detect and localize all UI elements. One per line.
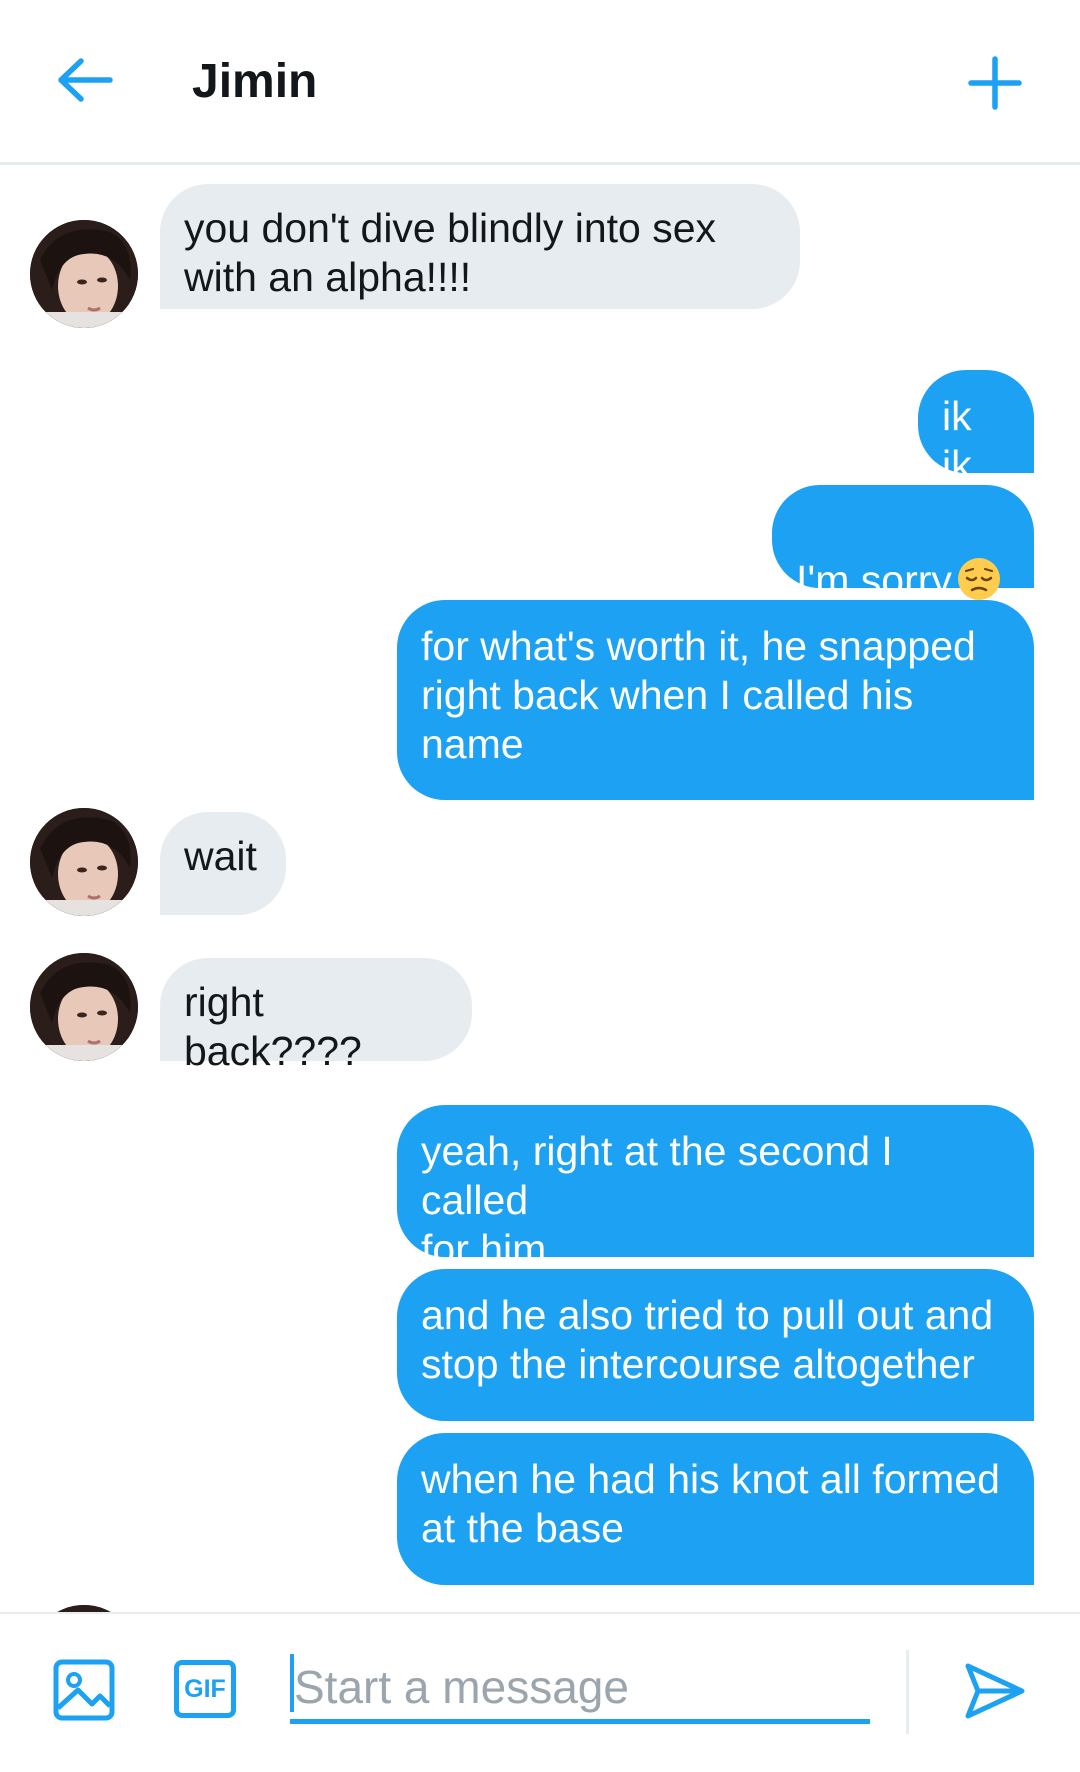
incoming-message-bubble[interactable]: you don't dive blindly into sex with an … xyxy=(160,184,800,309)
avatar[interactable] xyxy=(30,220,138,328)
avatar[interactable] xyxy=(30,1605,138,1612)
outgoing-message-bubble[interactable]: and he also tried to pull out and stop t… xyxy=(397,1269,1034,1421)
new-message-button[interactable] xyxy=(955,45,1035,120)
outgoing-message-bubble[interactable]: for what's worth it, he snapped right ba… xyxy=(397,600,1034,800)
avatar[interactable] xyxy=(30,953,138,1061)
plus-icon xyxy=(968,55,1022,110)
message-input[interactable] xyxy=(290,1654,870,1724)
avatar-photo xyxy=(30,953,138,1061)
arrow-left-icon xyxy=(58,58,113,102)
page-title: Jimin xyxy=(192,55,318,108)
message-composer: GIF xyxy=(0,1612,1080,1772)
gif-label: GIF xyxy=(184,1674,226,1703)
outgoing-message-bubble[interactable]: when he had his knot all formed at the b… xyxy=(397,1433,1034,1585)
text-caret xyxy=(290,1654,294,1712)
conversation-header: Jimin xyxy=(0,0,1080,165)
avatar-photo xyxy=(30,220,138,328)
message-text: I'm sorry xyxy=(796,557,952,603)
send-icon xyxy=(965,1663,1025,1719)
incoming-message-bubble[interactable]: wait xyxy=(160,812,286,915)
add-gif-button[interactable]: GIF xyxy=(174,1660,236,1718)
composer-divider xyxy=(906,1650,909,1734)
avatar-photo xyxy=(30,1605,138,1612)
dm-conversation-screen: Jimin you don't dive blindly into sex wi… xyxy=(0,0,1080,1772)
outgoing-message-bubble[interactable]: I'm sorry xyxy=(772,485,1034,603)
message-list: you don't dive blindly into sex with an … xyxy=(0,165,1080,1612)
pensive-face-icon xyxy=(957,558,1000,600)
back-button[interactable] xyxy=(50,45,120,115)
outgoing-message-bubble[interactable]: ik ik xyxy=(918,370,1034,488)
avatar-photo xyxy=(30,808,138,916)
avatar[interactable] xyxy=(30,808,138,916)
send-button[interactable] xyxy=(960,1656,1030,1726)
image-icon xyxy=(53,1659,115,1721)
outgoing-message-bubble[interactable]: yeah, right at the second I called for h… xyxy=(397,1105,1034,1272)
add-image-button[interactable] xyxy=(52,1658,116,1722)
incoming-message-bubble[interactable]: right back???? xyxy=(160,958,472,1074)
